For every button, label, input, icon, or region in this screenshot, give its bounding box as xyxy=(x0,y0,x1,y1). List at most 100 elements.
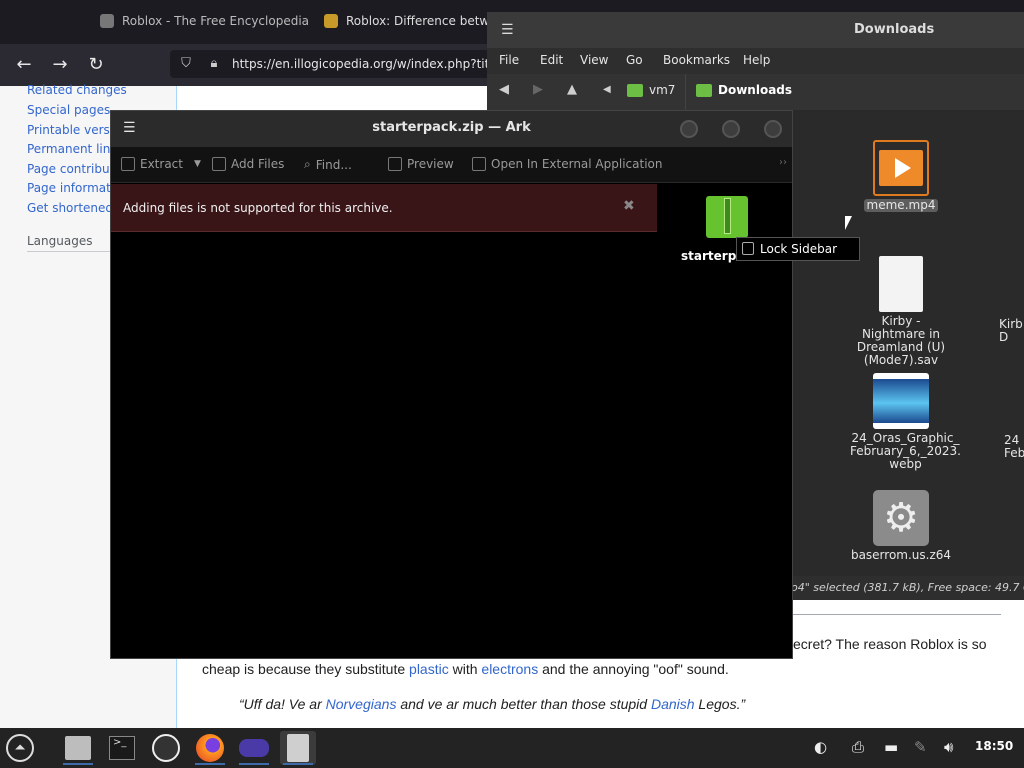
divider xyxy=(685,74,686,110)
preview-icon xyxy=(388,157,402,171)
overflow-icon[interactable]: ›› xyxy=(779,157,787,168)
lock-icon xyxy=(742,242,754,255)
sidebar-link-related-changes[interactable]: Related changes xyxy=(27,83,127,97)
text: cheap is because they substitute xyxy=(202,661,410,677)
maximize-icon[interactable] xyxy=(722,120,740,138)
mouse-cursor-icon xyxy=(845,216,852,230)
external-app-icon xyxy=(472,157,486,171)
browser-tab[interactable]: Roblox - The Free Encyclopedia xyxy=(100,6,309,36)
chevron-down-icon[interactable]: ▼ xyxy=(194,159,201,169)
text: Legos.” xyxy=(694,696,746,712)
favicon-icon xyxy=(100,14,114,28)
folder-icon xyxy=(696,83,712,97)
paragraph: cheap is because they substitute plastic… xyxy=(202,658,1002,680)
file-name: meme.mp4 xyxy=(863,199,939,212)
obs-icon xyxy=(152,734,180,762)
link-electrons[interactable]: electrons xyxy=(481,661,538,677)
printer-icon[interactable]: ⎙ xyxy=(852,738,864,756)
browser-tab-active[interactable]: Roblox: Difference between xyxy=(324,6,512,36)
firefox-icon xyxy=(196,734,224,762)
reload-icon[interactable]: ↻ xyxy=(84,54,108,76)
error-banner: Adding files is not supported for this a… xyxy=(111,184,657,232)
taskbar-emulator[interactable] xyxy=(236,731,272,765)
lock-icon: 🔒︎ xyxy=(210,56,218,71)
network-icon[interactable]: ✎ xyxy=(914,738,927,756)
sidebar-link-shortened[interactable]: Get shortened xyxy=(27,201,113,215)
open-external-button[interactable]: Open In External Application xyxy=(472,157,662,171)
volume-icon[interactable]: 🔊︎ xyxy=(944,738,953,756)
menu-go[interactable]: Go xyxy=(626,53,643,67)
close-icon[interactable]: ✖ xyxy=(623,198,635,214)
find-button[interactable]: ⌕ Find... xyxy=(304,157,352,172)
file-item[interactable]: Kirby - Nightmare in Dreamland (U) (Mode… xyxy=(847,256,955,367)
chevron-left-icon[interactable]: ◀ xyxy=(603,84,611,95)
button-label: Add Files xyxy=(231,157,285,171)
folder-icon xyxy=(627,83,643,97)
clipboard-icon[interactable]: ▬ xyxy=(884,738,898,756)
link-danish[interactable]: Danish xyxy=(651,696,695,712)
file-item-partial[interactable]: Kirb D xyxy=(999,318,1024,344)
ark-icon xyxy=(287,734,309,762)
sidebar-link-special-pages[interactable]: Special pages xyxy=(27,103,110,117)
minimize-icon[interactable] xyxy=(680,120,698,138)
ark-window: ☰ starterpack.zip — Ark Extract ▼ Add Fi… xyxy=(110,110,793,659)
link-plastic[interactable]: plastic xyxy=(409,661,449,677)
add-files-button[interactable]: Add Files xyxy=(212,157,284,171)
emulator-icon xyxy=(239,739,269,757)
menu-file[interactable]: File xyxy=(499,53,519,67)
file-item-partial[interactable]: 24 Feb xyxy=(1004,434,1024,460)
zip-archive-icon xyxy=(706,196,748,238)
file-item[interactable]: ⚙ baserrom.us.z64 xyxy=(847,490,955,562)
taskbar-file-manager[interactable] xyxy=(60,731,96,765)
text: with xyxy=(448,661,482,677)
forward-arrow-icon[interactable]: → xyxy=(48,54,72,76)
taskbar-firefox[interactable] xyxy=(192,731,228,765)
close-icon[interactable] xyxy=(764,120,782,138)
tooltip: Lock Sidebar xyxy=(736,237,860,261)
favicon-icon xyxy=(324,14,338,28)
extract-button[interactable]: Extract ▼ xyxy=(121,157,201,171)
button-label: Open In External Application xyxy=(491,157,663,171)
url-bar[interactable]: ⛉ 🔒︎ https://en.illogicopedia.org/w/inde… xyxy=(170,50,500,78)
file-manager-titlebar[interactable]: ☰ Downloads xyxy=(487,12,1024,48)
archive-name: starterpack.zip xyxy=(681,249,737,263)
back-arrow-icon[interactable]: ← xyxy=(12,54,36,76)
archive-content-list[interactable] xyxy=(111,233,657,658)
link-norvegians[interactable]: Norvegians xyxy=(326,696,397,712)
image-icon xyxy=(873,373,929,429)
url-text: https://en.illogicopedia.org/w/index.php… xyxy=(232,57,500,71)
tooltip-text: Lock Sidebar xyxy=(760,242,838,256)
shield-icon: ⛉ xyxy=(181,56,191,71)
hamburger-menu-icon[interactable]: ☰ xyxy=(501,22,514,38)
breadcrumb-vm7[interactable]: vm7 xyxy=(627,83,675,97)
application-launcher-icon[interactable]: ⏶ xyxy=(6,734,34,762)
ark-titlebar[interactable]: ☰ starterpack.zip — Ark xyxy=(111,111,792,147)
file-manager-icon xyxy=(65,736,91,760)
taskbar-obs[interactable] xyxy=(148,731,184,765)
menu-view[interactable]: View xyxy=(580,53,608,67)
clock[interactable]: 18:50 xyxy=(975,739,1013,753)
obs-tray-icon[interactable]: ◐ xyxy=(814,738,827,756)
text: and ve ar much better than those stupid xyxy=(396,696,651,712)
ark-toolbar: Extract ▼ Add Files ⌕ Find... Preview Op… xyxy=(111,147,792,183)
up-icon[interactable]: ▲ xyxy=(567,82,577,97)
taskbar-ark[interactable] xyxy=(280,731,316,765)
menubar: File Edit View Go Bookmarks Help xyxy=(487,48,1024,74)
file-item[interactable]: meme.mp4 xyxy=(847,140,955,212)
forward-icon[interactable]: ▶ xyxy=(533,82,543,97)
taskbar-terminal[interactable]: >_ xyxy=(104,731,140,765)
breadcrumb-label: vm7 xyxy=(649,83,676,97)
text: “Uff da! Ve ar xyxy=(239,696,326,712)
preview-button[interactable]: Preview xyxy=(388,157,454,171)
sidebar-link-permanent[interactable]: Permanent link xyxy=(27,142,117,156)
menu-bookmarks[interactable]: Bookmarks xyxy=(663,53,730,67)
window-title: Downloads xyxy=(854,22,935,37)
breadcrumb-downloads[interactable]: Downloads xyxy=(696,83,792,97)
file-name: 24_Oras_Graphic_ February_6,_2023. webp xyxy=(850,431,961,471)
back-icon[interactable]: ◀ xyxy=(499,82,509,97)
file-item[interactable]: 24_Oras_Graphic_ February_6,_2023. webp xyxy=(847,373,961,471)
button-label: Find... xyxy=(315,157,352,172)
languages-heading: Languages xyxy=(27,234,93,248)
menu-help[interactable]: Help xyxy=(743,53,770,67)
menu-edit[interactable]: Edit xyxy=(540,53,563,67)
